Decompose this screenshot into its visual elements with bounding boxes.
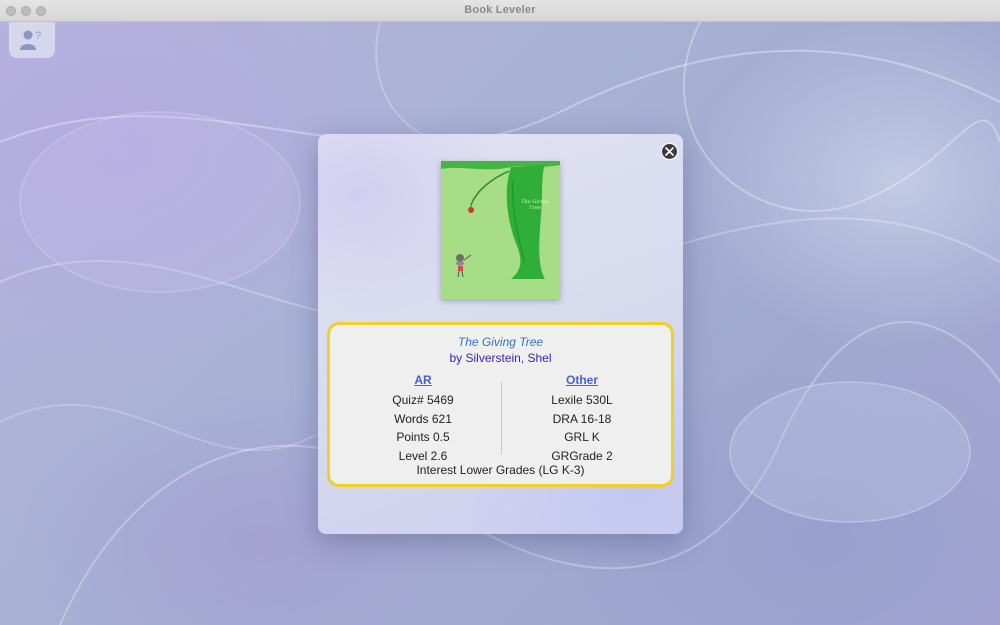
close-icon: [665, 147, 674, 156]
help-button[interactable]: ?: [9, 22, 55, 58]
window-title: Book Leveler: [464, 4, 536, 16]
title-bar[interactable]: Book Leveler: [0, 0, 1000, 22]
other-column: Other Lexile 530L DRA 16-18 GRL K GRGrad…: [502, 373, 662, 465]
cover-title-text: The Giving Tree: [521, 199, 549, 211]
book-info-card: The Giving Tree by Silverstein, Shel AR …: [327, 322, 674, 487]
other-heading-link[interactable]: Other: [502, 373, 662, 391]
ar-words: Words 621: [394, 411, 452, 426]
book-detail-dialog: The Giving Tree The Giving Tree by Silve…: [318, 134, 683, 534]
other-dra: DRA 16-18: [552, 411, 612, 426]
interest-level: Interest Lower Grades (LG K-3): [416, 463, 585, 477]
tree-illustration: [441, 161, 560, 299]
other-lexile: Lexile 530L: [551, 393, 613, 407]
close-dialog-button[interactable]: [661, 143, 678, 160]
book-title: The Giving Tree: [457, 335, 544, 349]
svg-text:?: ?: [35, 30, 41, 42]
person-question-icon: ?: [20, 30, 41, 50]
ar-quiz: Quiz# 5469: [392, 393, 454, 407]
book-cover-image: The Giving Tree: [441, 161, 560, 299]
ar-points: Points 0.5: [396, 430, 450, 444]
ar-heading-link[interactable]: AR: [343, 373, 503, 391]
ar-column: AR Quiz# 5469 Words 621 Points 0.5 Level…: [343, 373, 503, 465]
app-window: Book Leveler ? The Giving Tree The Givin…: [0, 0, 1000, 625]
other-grl: GRL K: [564, 430, 600, 444]
book-author: by Silverstein, Shel: [449, 351, 552, 365]
